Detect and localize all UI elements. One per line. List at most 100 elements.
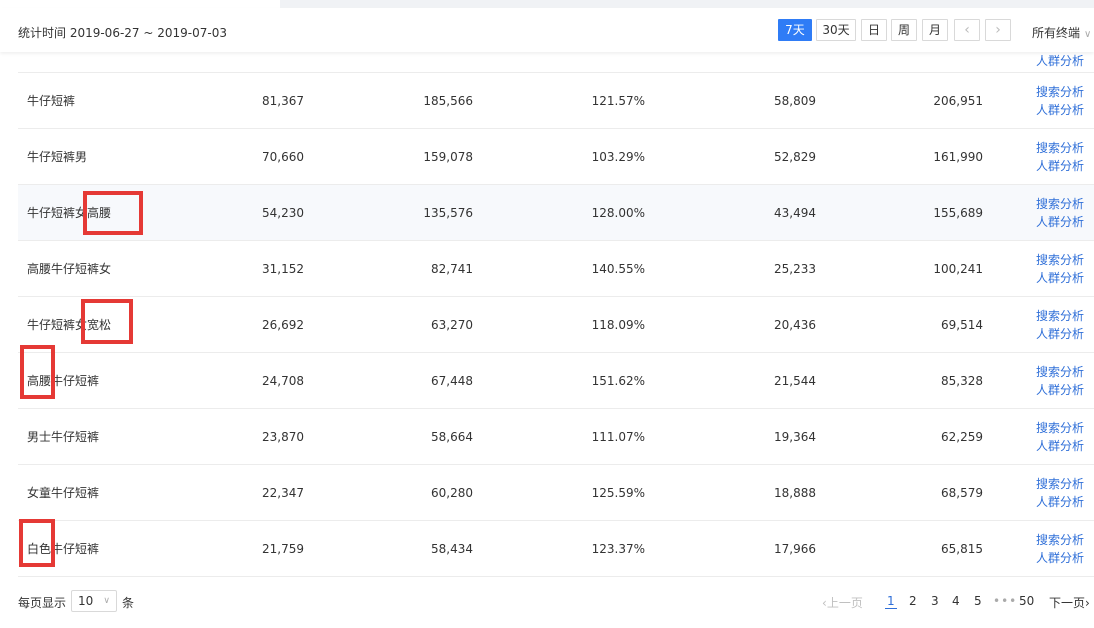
next-range-button[interactable]: › <box>985 19 1011 41</box>
page-4-button[interactable]: 4 <box>952 594 960 608</box>
crowd-analysis-link[interactable]: 人群分析 <box>1036 549 1084 567</box>
row-links: 搜索分析 人群分析 <box>1036 297 1084 352</box>
page-3-button[interactable]: 3 <box>931 594 939 608</box>
chevron-right-icon: › <box>995 22 1001 38</box>
range-day-button[interactable]: 日 <box>861 19 887 41</box>
next-page-button[interactable]: 下一页› <box>1049 594 1090 611</box>
search-analysis-link[interactable]: 搜索分析 <box>1036 307 1084 325</box>
value-cell-1: 23,870 <box>262 429 304 444</box>
table-row-partial: 人群分析 <box>18 52 1094 73</box>
value-cell-3: 140.55% <box>591 261 645 276</box>
table-row: 白色牛仔短裤 21,759 58,434 123.37% 17,966 65,815 搜索分… <box>18 521 1094 577</box>
value-cell-5: 206,951 <box>933 93 983 108</box>
table-row: 牛仔短裤女高腰 54,230 135,576 128.00% 43,494 155,689… <box>18 185 1094 241</box>
keyword-cell: 男士牛仔短裤 <box>27 430 100 444</box>
prev-range-button[interactable]: ‹ <box>954 19 980 41</box>
value-cell-4: 20,436 <box>774 317 816 332</box>
page-ellipsis[interactable]: ••• <box>993 594 1017 608</box>
value-cell-3: 103.29% <box>591 149 645 164</box>
search-analysis-link[interactable]: 搜索分析 <box>1036 195 1084 213</box>
value-cell-2: 159,078 <box>423 149 473 164</box>
page-size-select[interactable]: 10 ∨ <box>71 590 117 612</box>
value-cell-3: 118.09% <box>591 317 645 332</box>
crowd-analysis-link[interactable]: 人群分析 <box>1036 325 1084 343</box>
active-tab-edge <box>0 0 280 8</box>
crowd-analysis-link[interactable]: 人群分析 <box>1036 381 1084 399</box>
range-week-button[interactable]: 周 <box>891 19 917 41</box>
crowd-analysis-link[interactable]: 人群分析 <box>1036 269 1084 287</box>
annotation-box-4 <box>19 519 55 567</box>
search-analysis-link[interactable]: 搜索分析 <box>1036 139 1084 157</box>
crowd-analysis-link[interactable]: 人群分析 <box>1036 493 1084 511</box>
toolbar: 统计时间 2019-06-27 ~ 2019-07-03 7天 30天 日 周 … <box>0 8 1094 52</box>
table-row: 高腰牛仔短裤女 31,152 82,741 140.55% 25,233 100,241 搜… <box>18 241 1094 297</box>
search-analysis-link[interactable]: 搜索分析 <box>1036 363 1084 381</box>
crowd-analysis-link[interactable]: 人群分析 <box>1036 101 1084 119</box>
search-analysis-link[interactable]: 搜索分析 <box>1036 475 1084 493</box>
pagination: 每页显示 10 ∨ 条 ‹上一页 1 2 3 4 5 ••• 50 下一页› <box>0 584 1094 618</box>
value-cell-3: 121.57% <box>591 93 645 108</box>
search-analysis-link[interactable]: 搜索分析 <box>1036 419 1084 437</box>
value-cell-4: 17,966 <box>774 541 816 556</box>
table-row: 高腰牛仔短裤 24,708 67,448 151.62% 21,544 85,328 搜索分… <box>18 353 1094 409</box>
value-cell-4: 21,544 <box>774 373 816 388</box>
value-cell-1: 22,347 <box>262 485 304 500</box>
top-strip <box>0 0 1094 8</box>
value-cell-2: 58,664 <box>431 429 473 444</box>
value-cell-3: 128.00% <box>591 205 645 220</box>
terminal-select[interactable]: 所有终端 ∨ <box>1032 24 1091 41</box>
row-links: 搜索分析 人群分析 <box>1036 465 1084 520</box>
table-row: 牛仔短裤男 70,660 159,078 103.29% 52,829 161,990 搜索… <box>18 129 1094 185</box>
chevron-left-icon: ‹ <box>964 22 970 38</box>
value-cell-5: 100,241 <box>933 261 983 276</box>
prev-page-button[interactable]: ‹上一页 <box>822 594 863 611</box>
crowd-analysis-link[interactable]: 人群分析 <box>1036 157 1084 175</box>
row-links: 搜索分析 人群分析 <box>1036 73 1084 128</box>
value-cell-4: 52,829 <box>774 149 816 164</box>
value-cell-1: 31,152 <box>262 261 304 276</box>
table-body: 牛仔短裤 81,367 185,566 121.57% 58,809 206,951 搜索分… <box>18 73 1094 577</box>
annotation-box-1 <box>83 191 143 235</box>
table-row: 男士牛仔短裤 23,870 58,664 111.07% 19,364 62,259 搜索分… <box>18 409 1094 465</box>
table-row: 女童牛仔短裤 22,347 60,280 125.59% 18,888 68,579 搜索分… <box>18 465 1094 521</box>
chevron-down-icon: ∨ <box>1084 29 1092 40</box>
value-cell-4: 58,809 <box>774 93 816 108</box>
value-cell-2: 67,448 <box>431 373 473 388</box>
search-analysis-link[interactable]: 搜索分析 <box>1036 531 1084 549</box>
row-links: 搜索分析 人群分析 <box>1036 129 1084 184</box>
terminal-select-label: 所有终端 <box>1032 26 1081 40</box>
range-month-button[interactable]: 月 <box>922 19 948 41</box>
search-analysis-link[interactable]: 搜索分析 <box>1036 251 1084 269</box>
table-row: 牛仔短裤 81,367 185,566 121.57% 58,809 206,951 搜索分… <box>18 73 1094 129</box>
range-30d-button[interactable]: 30天 <box>816 19 856 41</box>
value-cell-4: 19,364 <box>774 429 816 444</box>
value-cell-5: 62,259 <box>941 429 983 444</box>
value-cell-1: 24,708 <box>262 373 304 388</box>
page-5-button[interactable]: 5 <box>974 594 982 608</box>
page-1-button[interactable]: 1 <box>885 594 897 609</box>
page-last-button[interactable]: 50 <box>1019 594 1034 608</box>
chevron-down-icon: ∨ <box>103 596 110 606</box>
keyword-table: 人群分析 牛仔短裤 81,367 185,566 121.57% 58,809 206,9… <box>18 52 1094 577</box>
keyword-cell: 牛仔短裤 <box>27 94 76 108</box>
prev-page-label: 上一页 <box>826 596 863 610</box>
range-7d-button[interactable]: 7天 <box>778 19 812 41</box>
period-label: 统计时间 2019-06-27 ~ 2019-07-03 <box>18 26 227 40</box>
crowd-analysis-link[interactable]: 人群分析 <box>1036 52 1084 70</box>
value-cell-3: 123.37% <box>591 541 645 556</box>
value-cell-1: 70,660 <box>262 149 304 164</box>
keyword-cell: 牛仔短裤男 <box>27 150 88 164</box>
crowd-analysis-link[interactable]: 人群分析 <box>1036 213 1084 231</box>
annotation-box-2 <box>81 299 133 344</box>
value-cell-1: 26,692 <box>262 317 304 332</box>
page-2-button[interactable]: 2 <box>909 594 917 608</box>
value-cell-2: 185,566 <box>423 93 473 108</box>
value-cell-5: 69,514 <box>941 317 983 332</box>
keyword-cell: 女童牛仔短裤 <box>27 486 100 500</box>
per-page-unit: 条 <box>122 596 135 610</box>
crowd-analysis-link[interactable]: 人群分析 <box>1036 437 1084 455</box>
value-cell-2: 60,280 <box>431 485 473 500</box>
search-analysis-link[interactable]: 搜索分析 <box>1036 83 1084 101</box>
value-cell-1: 81,367 <box>262 93 304 108</box>
value-cell-5: 161,990 <box>933 149 983 164</box>
